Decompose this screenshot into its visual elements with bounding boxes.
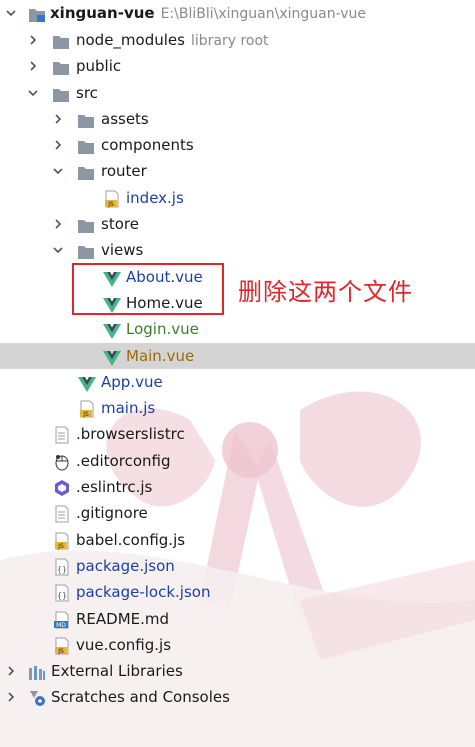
folder-icon <box>52 32 70 49</box>
tree-label: vue.config.js <box>76 635 172 654</box>
tree-row-babel-config[interactable]: JS babel.config.js <box>0 527 475 553</box>
json-badge: {} <box>57 565 67 574</box>
project-name: xinguan-vue <box>50 4 155 22</box>
vue-file-icon <box>103 321 121 340</box>
js-file-icon: JS <box>103 190 121 208</box>
tree-label: .gitignore <box>76 504 148 523</box>
tree-label: External Libraries <box>51 662 183 681</box>
tree-label: store <box>101 215 139 234</box>
text-file-icon <box>53 505 71 523</box>
vue-file-icon <box>103 348 121 366</box>
tree-row-router-index[interactable]: JS index.js <box>0 185 475 211</box>
chevron-down-icon[interactable] <box>51 237 65 263</box>
js-file-icon: JS <box>53 532 71 550</box>
tree-label: public <box>76 57 122 76</box>
tree-label: Main.vue <box>126 346 195 365</box>
chevron-down-icon[interactable] <box>51 158 65 184</box>
tree-row-scratches[interactable]: Scratches and Consoles <box>0 684 475 710</box>
tree-row-store[interactable]: store <box>0 211 475 237</box>
tree-row-gitignore[interactable]: .gitignore <box>0 500 475 526</box>
tree-row-app-vue[interactable]: App.vue <box>0 369 475 395</box>
folder-icon <box>77 216 95 234</box>
tree-label: views <box>101 241 144 260</box>
library-root-hint: library root <box>190 33 269 49</box>
tree-row-components[interactable]: components <box>0 132 475 158</box>
tree-row-browserslistrc[interactable]: .browserslistrc <box>0 421 475 447</box>
library-icon <box>28 663 46 681</box>
tree-row-project-root[interactable]: xinguan-vue E:\BliBli\xinguan\xinguan-vue <box>0 0 475 27</box>
tree-label: assets <box>101 109 149 128</box>
tree-label: main.js <box>101 399 156 418</box>
tree-label: components <box>101 136 194 155</box>
js-badge: JS <box>82 411 89 418</box>
folder-icon <box>77 163 95 181</box>
tree-label: node_modules <box>76 31 185 49</box>
tree-label: .eslintrc.js <box>76 478 153 497</box>
markdown-file-icon: MD <box>53 611 71 629</box>
tree-label: package.json <box>76 556 175 575</box>
folder-icon <box>52 85 70 102</box>
tree-row-main-vue[interactable]: Main.vue <box>0 342 475 369</box>
md-badge: MD <box>56 622 66 629</box>
tree-row-editorconfig[interactable]: .editorconfig <box>0 448 475 474</box>
tree-label: .browserslistrc <box>76 425 185 444</box>
text-file-icon <box>53 426 71 444</box>
js-badge: JS <box>57 648 64 655</box>
tree-row-vue-config[interactable]: JS vue.config.js <box>0 632 475 658</box>
tree-label: index.js <box>126 188 184 207</box>
tree-label: babel.config.js <box>76 530 186 549</box>
json-file-icon: {} <box>53 584 71 602</box>
chevron-down-icon[interactable] <box>26 80 40 106</box>
tree-row-public[interactable]: public <box>0 53 475 79</box>
tree-row-node-modules[interactable]: node_modules library root <box>0 27 475 53</box>
editorconfig-mouse-icon <box>53 453 71 471</box>
project-tree: xinguan-vue E:\BliBli\xinguan\xinguan-vue… <box>0 0 475 711</box>
tree-label: package-lock.json <box>76 583 211 602</box>
tree-row-views[interactable]: views <box>0 237 475 263</box>
js-file-icon: JS <box>78 400 96 418</box>
chevron-right-icon[interactable] <box>26 27 40 53</box>
project-folder-icon <box>28 5 46 22</box>
tree-row-router[interactable]: router <box>0 158 475 184</box>
tree-label: router <box>101 162 147 181</box>
folder-icon <box>52 58 70 76</box>
tree-row-login-vue[interactable]: Login.vue <box>0 316 475 342</box>
json-badge: {} <box>57 591 67 600</box>
chevron-down-icon[interactable] <box>4 0 18 26</box>
chevron-right-icon[interactable] <box>26 53 40 79</box>
chevron-right-icon[interactable] <box>51 106 65 132</box>
folder-icon <box>77 242 95 260</box>
vue-file-icon <box>78 374 96 392</box>
chevron-right-icon[interactable] <box>51 132 65 158</box>
tree-row-readme[interactable]: MD README.md <box>0 606 475 632</box>
tree-row-external-libraries[interactable]: External Libraries <box>0 658 475 684</box>
tree-label: .editorconfig <box>76 451 171 470</box>
tree-label: App.vue <box>101 372 163 391</box>
chevron-right-icon[interactable] <box>51 211 65 237</box>
js-badge: JS <box>107 201 114 208</box>
annotation-highlight-box <box>72 263 224 315</box>
chevron-right-icon[interactable] <box>4 684 18 710</box>
tree-row-eslintrc[interactable]: .eslintrc.js <box>0 474 475 500</box>
folder-icon <box>77 137 95 155</box>
tree-row-package-json[interactable]: {} package.json <box>0 553 475 579</box>
scratches-icon <box>28 689 46 707</box>
tree-label: README.md <box>76 609 170 628</box>
tree-label: Scratches and Consoles <box>51 688 230 707</box>
json-file-icon: {} <box>53 558 71 576</box>
tree-row-package-lock[interactable]: {} package-lock.json <box>0 579 475 605</box>
folder-icon <box>77 111 95 128</box>
chevron-right-icon[interactable] <box>4 658 18 684</box>
annotation-text: 删除这两个文件 <box>238 278 413 306</box>
eslint-icon <box>53 479 71 497</box>
tree-row-main-js[interactable]: JS main.js <box>0 395 475 421</box>
js-file-icon: JS <box>53 637 71 655</box>
tree-row-assets[interactable]: assets <box>0 106 475 132</box>
tree-label: src <box>76 83 98 102</box>
tree-label: Login.vue <box>126 320 199 339</box>
js-badge: JS <box>57 543 64 550</box>
tree-row-src[interactable]: src <box>0 80 475 106</box>
project-path: E:\BliBli\xinguan\xinguan-vue <box>160 6 367 22</box>
